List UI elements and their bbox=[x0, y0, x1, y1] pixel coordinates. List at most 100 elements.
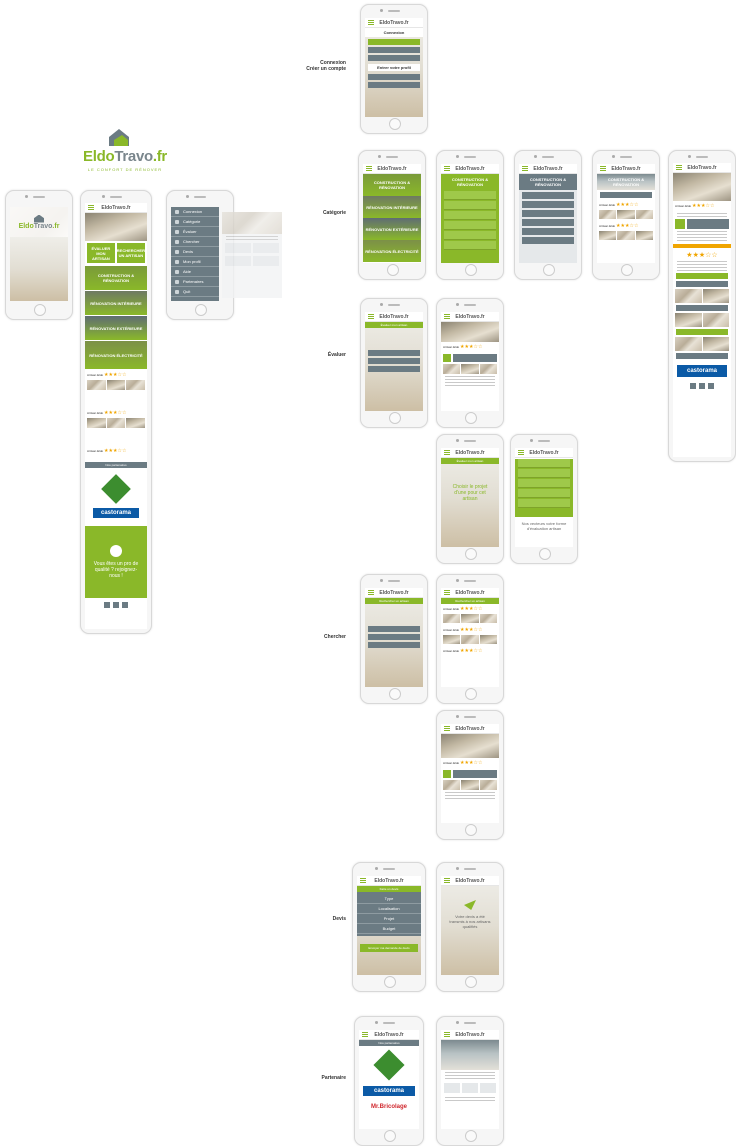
subcategory-item[interactable] bbox=[522, 219, 574, 226]
menu-item[interactable]: Quit bbox=[171, 287, 219, 297]
category-tile[interactable]: Construction & Rénovation bbox=[85, 266, 147, 290]
menu-icon[interactable] bbox=[368, 590, 374, 595]
list-item[interactable]: Artisan Eldo ★★★☆☆ bbox=[85, 408, 147, 446]
subcategory-item[interactable] bbox=[444, 201, 496, 210]
section-label-devis: Devis bbox=[332, 916, 346, 922]
subcategory-item[interactable] bbox=[444, 221, 496, 230]
search-field[interactable] bbox=[368, 634, 420, 640]
devis-option[interactable]: Projet bbox=[357, 914, 421, 924]
menu-icon[interactable] bbox=[444, 166, 450, 171]
login-submit[interactable] bbox=[368, 55, 420, 61]
search-field[interactable] bbox=[368, 642, 420, 648]
category-heading: Construction & Rénovation bbox=[519, 174, 577, 190]
menu-icon[interactable] bbox=[518, 450, 524, 455]
list-item[interactable]: Artisan Eldo ★★★☆☆ bbox=[597, 200, 655, 221]
list-item[interactable]: Artisan Eldo ★★★☆☆ bbox=[441, 604, 499, 625]
list-item[interactable]: Artisan Eldo ★★★☆☆ bbox=[85, 370, 147, 408]
profile-button[interactable]: Entrer votre profil bbox=[368, 64, 420, 71]
section-label-chercher: Chercher bbox=[324, 634, 346, 640]
house-speech-icon bbox=[106, 128, 132, 148]
menu-icon[interactable] bbox=[88, 205, 94, 210]
twitter-icon[interactable] bbox=[113, 602, 119, 608]
login-field[interactable] bbox=[368, 39, 420, 45]
list-item[interactable]: Artisan Eldo ★★★☆☆ bbox=[597, 221, 655, 242]
linkedin-icon[interactable] bbox=[122, 602, 128, 608]
phone-connexion: EldoTravo.fr Connexion Entrer votre prof… bbox=[360, 4, 428, 134]
menu-icon[interactable] bbox=[444, 590, 450, 595]
mr-bricolage-logo[interactable]: Mr.Bricolage bbox=[363, 1104, 415, 1110]
search-field[interactable] bbox=[368, 626, 420, 632]
menu-item[interactable]: Devis bbox=[171, 247, 219, 257]
leroy-merlin-logo[interactable] bbox=[373, 1049, 405, 1081]
subcategory-item[interactable] bbox=[444, 241, 496, 250]
linkedin-icon[interactable] bbox=[708, 383, 714, 389]
menu-item[interactable]: Partenaires bbox=[171, 277, 219, 287]
submit-rating-button[interactable] bbox=[676, 273, 728, 279]
subcategory-item[interactable] bbox=[522, 192, 574, 199]
category-tile[interactable]: Rénovation Électricité bbox=[363, 240, 421, 262]
phone-evaluer-3: EldoTravo.fr Évaluer mon artisan Choisir… bbox=[436, 434, 504, 564]
category-tile[interactable]: Rénovation Extérieure bbox=[85, 316, 147, 340]
menu-icon[interactable] bbox=[360, 878, 366, 883]
menu-icon[interactable] bbox=[444, 726, 450, 731]
phone-artisan-detail: EldoTravo.fr Artisan Eldo ★★★☆☆ ★★★☆☆ ca… bbox=[668, 150, 736, 462]
devis-option[interactable]: Type bbox=[357, 894, 421, 904]
subcategory-item[interactable] bbox=[522, 201, 574, 208]
devis-confirm-message: Votre devis a été transmis à nos artisan… bbox=[449, 914, 491, 929]
send-devis-button[interactable]: Envoyer ma demande de devis bbox=[360, 944, 418, 952]
search-artisan-button[interactable]: Rechercher un artisan bbox=[116, 243, 145, 263]
search-field[interactable] bbox=[368, 350, 420, 356]
menu-icon[interactable] bbox=[366, 166, 372, 171]
app-header: EldoTravo.fr bbox=[85, 203, 147, 213]
brand-logo: EldoTravo.fr LE CONFORT DE RÉNOVER bbox=[80, 128, 170, 176]
category-tile[interactable]: Rénovation Intérieure bbox=[85, 291, 147, 315]
menu-icon[interactable] bbox=[444, 450, 450, 455]
menu-icon[interactable] bbox=[362, 1032, 368, 1037]
join-cta[interactable]: Vous êtes un pro de qualité ? rejoignez-… bbox=[85, 526, 147, 598]
menu-icon[interactable] bbox=[522, 166, 528, 171]
menu-item[interactable]: Mon profil bbox=[171, 257, 219, 267]
devis-option[interactable]: Budget bbox=[357, 924, 421, 934]
subcategory-item[interactable] bbox=[522, 237, 574, 244]
menu-overflow-preview bbox=[222, 212, 282, 298]
section-label-connexion: Connexion Créer un compte bbox=[306, 60, 346, 72]
menu-icon[interactable] bbox=[676, 165, 682, 170]
twitter-icon[interactable] bbox=[699, 383, 705, 389]
menu-icon[interactable] bbox=[444, 314, 450, 319]
category-tile[interactable]: Rénovation Extérieure bbox=[363, 218, 421, 240]
castorama-logo: castorama bbox=[93, 508, 139, 518]
menu-item[interactable]: Catégorie bbox=[171, 217, 219, 227]
menu-item[interactable]: Aide bbox=[171, 267, 219, 277]
menu-icon[interactable] bbox=[368, 20, 374, 25]
category-tile[interactable]: Rénovation Électricité bbox=[85, 341, 147, 369]
category-tile[interactable]: Construction & Rénovation bbox=[363, 174, 421, 196]
facebook-icon[interactable] bbox=[104, 602, 110, 608]
devis-option[interactable]: Localisation bbox=[357, 904, 421, 914]
subcategory-item[interactable] bbox=[522, 210, 574, 217]
subcategory-item[interactable] bbox=[522, 228, 574, 235]
evaluate-artisan-button[interactable]: Évaluer mon artisan bbox=[87, 243, 115, 263]
facebook-icon[interactable] bbox=[690, 383, 696, 389]
leroy-merlin-logo bbox=[101, 474, 131, 504]
social-icons[interactable] bbox=[85, 602, 147, 608]
list-item[interactable]: Artisan Eldo ★★★☆☆ bbox=[441, 625, 499, 646]
menu-item[interactable]: Évaluer bbox=[171, 227, 219, 237]
subcategory-item[interactable] bbox=[444, 191, 496, 200]
password-field[interactable] bbox=[368, 47, 420, 53]
menu-item[interactable]: Chercher bbox=[171, 237, 219, 247]
subcategory-item[interactable] bbox=[444, 211, 496, 220]
menu-icon[interactable] bbox=[368, 314, 374, 319]
search-field[interactable] bbox=[368, 366, 420, 372]
category-tile[interactable]: Rénovation Intérieure bbox=[363, 196, 421, 218]
brand-tagline: LE CONFORT DE RÉNOVER bbox=[87, 167, 163, 172]
menu-item[interactable]: Connexion bbox=[171, 207, 219, 217]
castorama-logo[interactable]: castorama bbox=[363, 1086, 415, 1096]
section-label-categorie: Catégorie bbox=[322, 210, 346, 216]
list-item[interactable]: Artisan Eldo ★★★☆☆ bbox=[441, 646, 499, 656]
menu-icon[interactable] bbox=[600, 166, 606, 171]
menu-icon[interactable] bbox=[444, 878, 450, 883]
partners-title: Nos partenaires bbox=[359, 1040, 419, 1046]
subcategory-item[interactable] bbox=[444, 231, 496, 240]
menu-icon[interactable] bbox=[444, 1032, 450, 1037]
search-field[interactable] bbox=[368, 358, 420, 364]
